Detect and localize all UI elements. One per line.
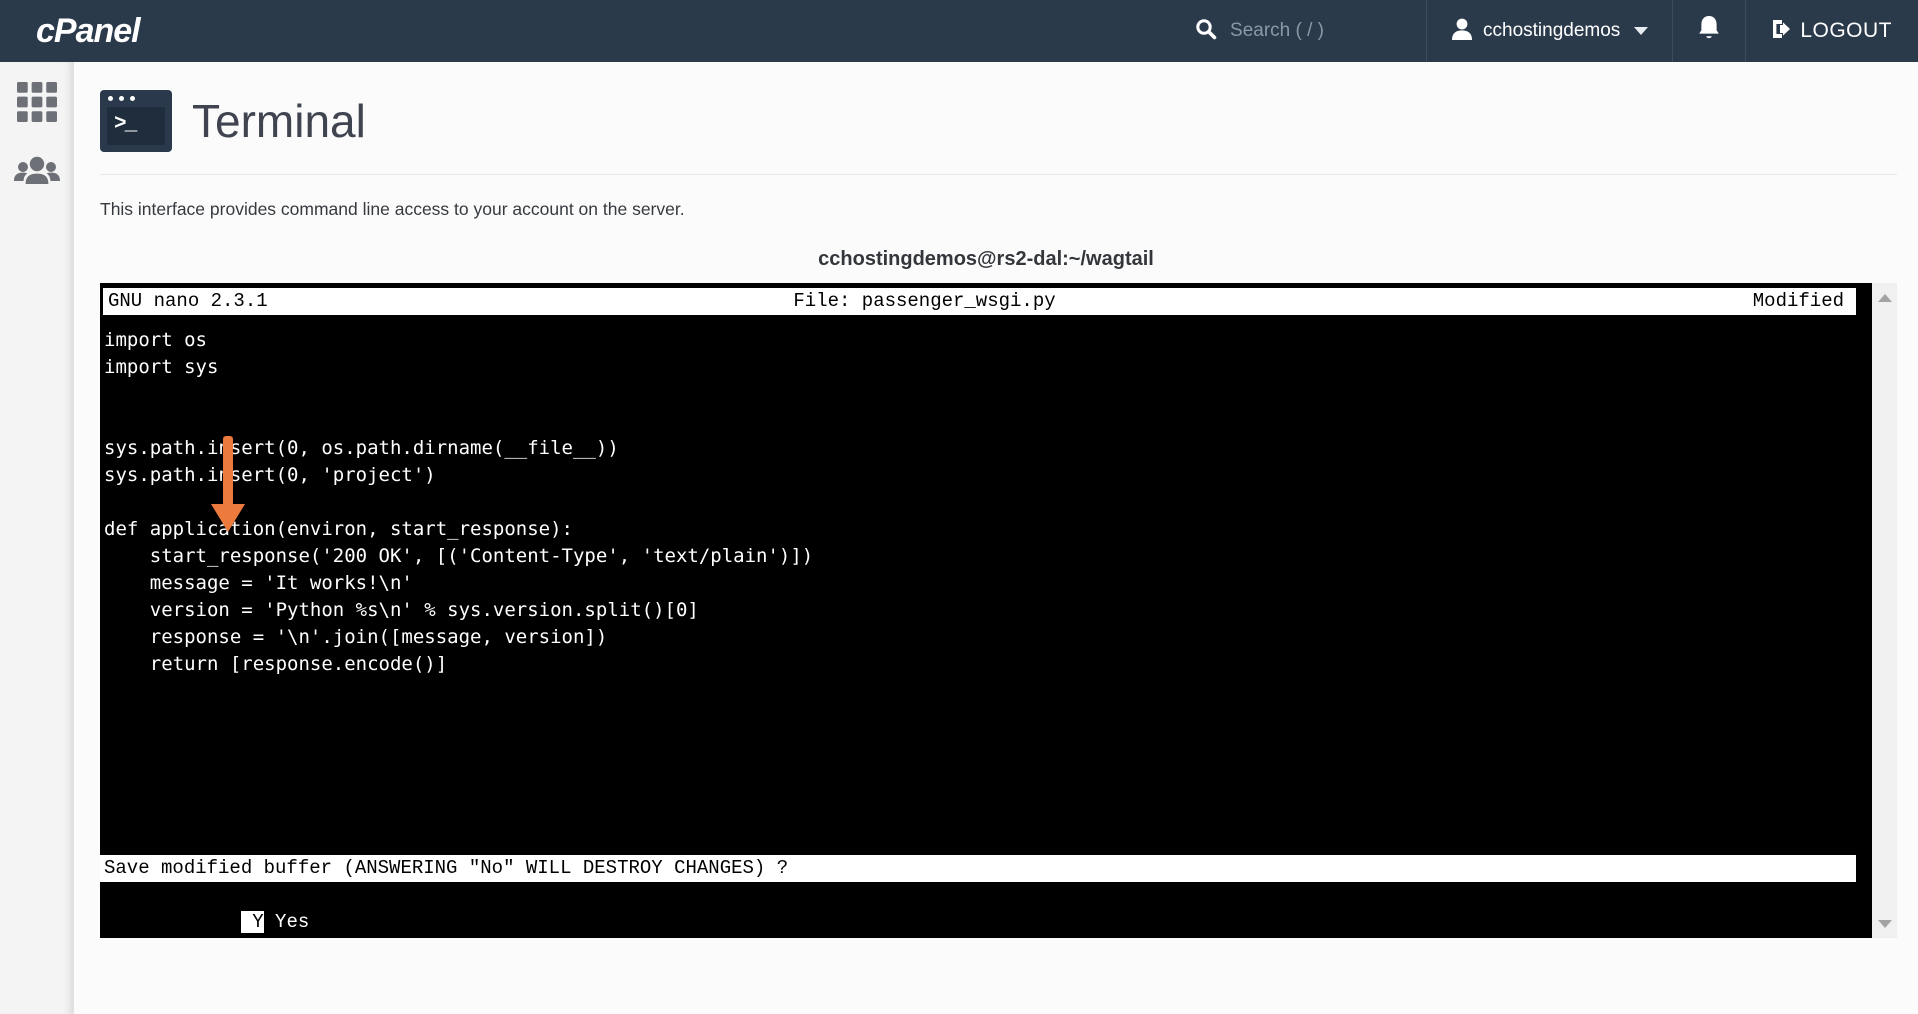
terminal-session-title: cchostingdemos@rs2-dal:~/wagtail	[818, 248, 1154, 270]
scroll-up-arrow[interactable]	[1872, 285, 1897, 310]
logout-label: LOGOUT	[1800, 19, 1892, 42]
shortcut-row-yes: Y Yes	[100, 882, 1872, 933]
top-navbar: cPanel cchostingdemos	[0, 0, 1918, 62]
logout-icon	[1768, 17, 1792, 46]
left-sidebar	[0, 62, 74, 1014]
save-prompt-bar: Save modified buffer (ANSWERING "No" WIL…	[100, 855, 1856, 882]
search-icon	[1194, 17, 1218, 46]
page-title: Terminal	[192, 95, 366, 147]
user-menu[interactable]: cchostingdemos	[1427, 0, 1672, 62]
sidebar-item-user-manager[interactable]	[0, 146, 74, 202]
nano-header-bar: GNU nano 2.3.1 File: passenger_wsgi.py M…	[103, 288, 1856, 315]
terminal-icon-screen: >_	[107, 107, 165, 145]
window-dots	[108, 96, 135, 101]
user-manager-icon	[14, 154, 60, 195]
username: cchostingdemos	[1483, 20, 1621, 41]
shortcut-row-no-cancel: N No^C Cancel	[100, 909, 1872, 936]
terminal-screen: GNU nano 2.3.1 File: passenger_wsgi.py M…	[100, 283, 1872, 938]
cpanel-logo[interactable]: cPanel	[36, 12, 141, 51]
terminal-app-icon: >_	[100, 90, 172, 152]
navbar-right-cluster: cchostingdemos LOGOUT	[1176, 0, 1918, 62]
header-divider	[100, 174, 1897, 175]
search-input[interactable]	[1230, 20, 1401, 42]
terminal-window[interactable]: GNU nano 2.3.1 File: passenger_wsgi.py M…	[100, 283, 1897, 938]
main-content: >_ Terminal This interface provides comm…	[74, 62, 1918, 1014]
sidebar-item-apps[interactable]	[0, 76, 74, 132]
nano-prompt-area: Save modified buffer (ANSWERING "No" WIL…	[100, 855, 1872, 938]
terminal-code: import os import sys sys.path.insert(0, …	[104, 329, 814, 675]
logout-button[interactable]: LOGOUT	[1746, 0, 1918, 62]
shortcut-yes-label: Yes	[263, 911, 310, 933]
navbar-search	[1176, 0, 1426, 62]
bell-icon	[1696, 15, 1722, 48]
terminal-section: cchostingdemos@rs2-dal:~/wagtail GNU nan…	[100, 248, 1897, 938]
nano-filename: File: passenger_wsgi.py	[793, 290, 1056, 312]
shortcut-yes-key: Y	[240, 911, 264, 933]
scroll-down-arrow[interactable]	[1872, 911, 1897, 936]
user-icon	[1451, 17, 1473, 46]
chevron-down-icon	[1634, 27, 1649, 35]
shortcut-no-label: No	[264, 936, 424, 938]
terminal-scrollbar[interactable]	[1872, 283, 1897, 938]
apps-grid-icon	[17, 81, 57, 127]
page-description: This interface provides command line acc…	[100, 199, 685, 219]
nano-modified-status: Modified	[1752, 290, 1844, 312]
notifications-button[interactable]	[1673, 0, 1745, 62]
page-header: >_ Terminal	[100, 90, 1897, 152]
